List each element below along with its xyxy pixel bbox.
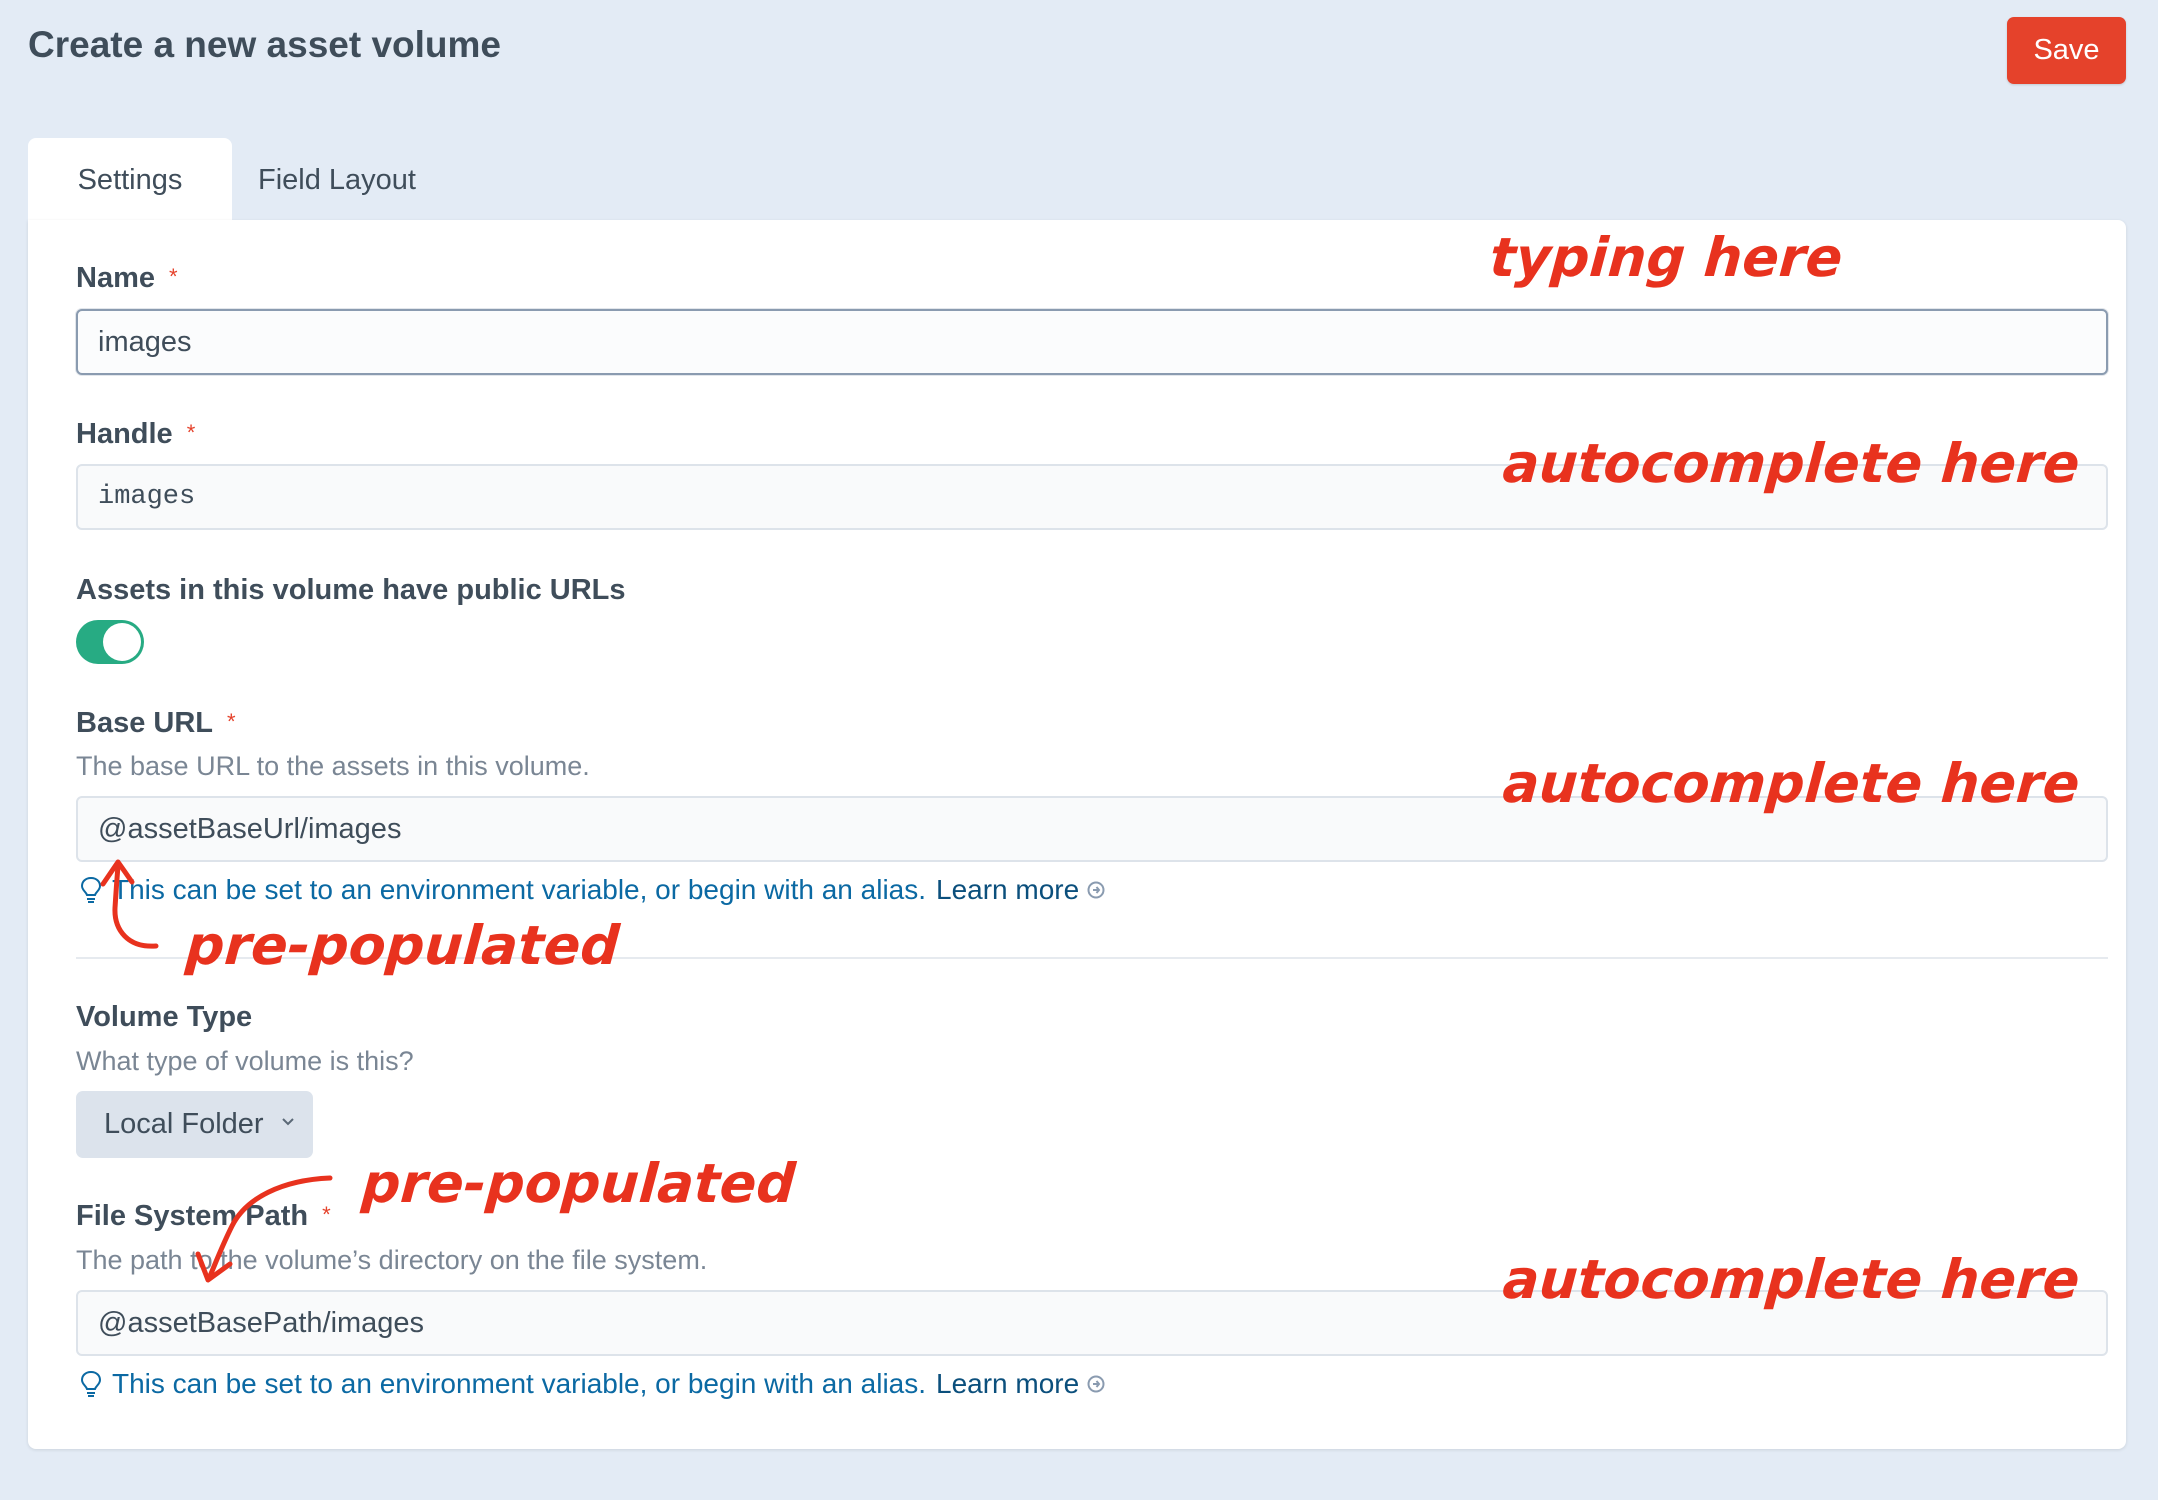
handle-field-heading: Handle * [76,418,195,451]
base-url-tip: This can be set to an environment variab… [80,874,1105,906]
lightbulb-icon [80,876,102,903]
required-marker: * [169,264,178,289]
save-button[interactable]: Save [2007,17,2126,84]
tab-settings[interactable]: Settings [28,138,232,222]
annotation-autocomplete-fs-path: autocomplete here [1500,1248,2082,1311]
name-input[interactable]: images [76,309,2108,375]
annotation-prepopulated-fs-path: pre-populated [359,1152,798,1215]
arrow-circle-icon [1087,881,1105,899]
annotation-autocomplete-base-url: autocomplete here [1500,752,2082,815]
learn-more-link[interactable]: Learn more [936,874,1079,906]
arrow-circle-icon [1087,1375,1105,1393]
tab-field-layout[interactable]: Field Layout [232,138,416,222]
tip-text: This can be set to an environment variab… [112,1368,927,1399]
fs-path-tip: This can be set to an environment variab… [80,1368,1105,1400]
annotation-autocomplete-handle: autocomplete here [1500,432,2082,495]
name-label: Name [76,262,155,294]
tip-text: This can be set to an environment variab… [112,874,927,905]
required-marker: * [227,709,236,734]
fs-path-label: File System Path [76,1200,309,1232]
public-urls-toggle[interactable] [76,620,144,664]
volume-type-label: Volume Type [76,1001,253,1033]
page-title: Create a new asset volume [28,24,501,65]
annotation-typing: typing here [1487,226,1845,289]
fs-path-instructions: The path to the volume’s directory on th… [76,1245,708,1275]
required-marker: * [322,1202,331,1227]
toggle-knob [103,623,141,661]
base-url-instructions: The base URL to the assets in this volum… [76,751,590,781]
annotation-prepopulated-base-url: pre-populated [183,914,622,977]
name-field-heading: Name * [76,262,178,295]
public-urls-label: Assets in this volume have public URLs [76,574,626,606]
base-url-field-heading: Base URL * [76,707,236,740]
fs-path-field-heading: File System Path * [76,1200,331,1233]
volume-type-select[interactable]: Local Folder [76,1091,313,1158]
chevron-down-icon [282,1118,294,1126]
tab-bar: Settings Field Layout [28,138,416,222]
volume-type-value: Local Folder [104,1108,264,1140]
volume-type-instructions: What type of volume is this? [76,1046,414,1076]
required-marker: * [186,420,196,445]
handle-label: Handle [76,418,173,450]
learn-more-link[interactable]: Learn more [936,1368,1079,1400]
base-url-label: Base URL [76,707,213,739]
lightbulb-icon [80,1370,102,1397]
